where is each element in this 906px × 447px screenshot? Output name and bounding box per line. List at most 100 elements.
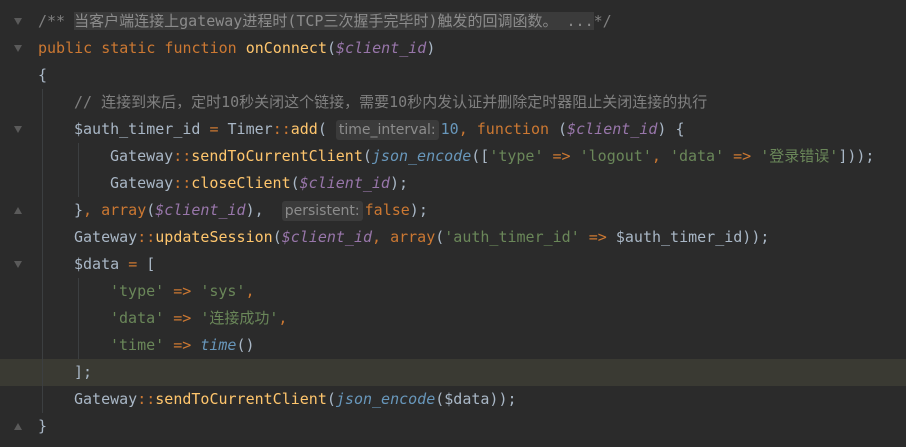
code-token: ($data)); [435,390,517,408]
code-token: sendToCurrentClient [191,147,363,165]
code-line[interactable]: Gateway::sendToCurrentClient(json_encode… [0,386,906,413]
code-token: 当客户端连接上gateway进程时(TCP三次握手完毕时)触发的回调函数。 ..… [74,12,594,30]
code-line[interactable]: { [0,62,906,89]
code-token: onConnect [245,39,327,57]
code-token: ), [245,201,282,219]
code-line-content: 'type' => 'sys', [110,278,255,305]
indent-guide [78,332,79,359]
indent-guide [42,170,43,197]
code-token: = [128,255,147,273]
code-line-content: }, array($client_id), persistent: false); [74,197,428,224]
code-token: => [579,228,616,246]
code-token: Gateway [74,228,138,246]
code-token: => [164,309,201,327]
code-line-content: 'data' => '连接成功', [110,305,287,332]
code-token: 'logout' [579,147,652,165]
code-token: , [278,309,288,327]
code-token: json_encode [335,390,436,408]
code-token: ( [326,390,336,408]
code-editor[interactable]: /** 当客户端连接上gateway进程时(TCP三次握手完毕时)触发的回调函数… [0,0,906,447]
code-token: ( [327,39,337,57]
code-token: $auth_timer_id)); [615,228,770,246]
code-token: 'type' [489,147,544,165]
code-token: } [74,201,84,219]
code-token: Gateway [110,147,174,165]
code-line[interactable]: 'time' => time() [0,332,906,359]
code-token: Timer [227,120,273,138]
code-line-content: 'time' => time() [110,332,255,359]
code-token: ])); [838,147,875,165]
code-line[interactable]: /** 当客户端连接上gateway进程时(TCP三次握手完毕时)触发的回调函数… [0,8,906,35]
code-token: $client_id [155,201,246,219]
code-token: time [200,336,237,354]
code-token: ) { [657,120,685,138]
parameter-hint: persistent: [281,201,363,221]
code-line-content: ]; [74,359,92,386]
code-token: :: [173,174,192,192]
code-token: ( [290,174,300,192]
code-line[interactable]: Gateway::updateSession($client_id, array… [0,224,906,251]
code-token: ([ [471,147,490,165]
indent-guide [42,116,43,143]
code-token: $client_id [299,174,390,192]
code-token: ( [435,228,445,246]
code-token: add [290,120,318,138]
code-token: ) [426,39,436,57]
code-line[interactable]: public static function onConnect($client… [0,35,906,62]
code-line-content: } [38,413,47,440]
code-token: => [543,147,580,165]
code-line-content: Gateway::closeClient($client_id); [110,170,408,197]
code-line-content: Gateway::sendToCurrentClient(json_encode… [74,386,517,413]
code-token: => [164,336,201,354]
code-line[interactable]: 'data' => '连接成功', [0,305,906,332]
code-token: 'sys' [200,282,246,300]
code-line-content: public static function onConnect($client… [38,35,435,62]
code-line-content: $auth_timer_id = Timer::add( time_interv… [74,116,684,143]
code-token: => [724,147,761,165]
code-token: , [651,147,670,165]
code-line[interactable]: }, array($client_id), persistent: false); [0,197,906,224]
code-token: ); [409,201,428,219]
code-token: = [209,120,228,138]
code-token: '连接成功' [200,309,279,327]
code-line[interactable]: $auth_timer_id = Timer::add( time_interv… [0,116,906,143]
code-token: $client_id [281,228,373,246]
code-token: 10 [440,120,459,138]
code-token: public static function [38,39,246,57]
code-token: ( [362,147,372,165]
code-token: ]; [74,363,93,381]
code-token: :: [137,228,156,246]
code-token: { [38,66,48,84]
indent-guide [42,197,43,224]
code-line[interactable]: $data = [ [0,251,906,278]
code-token: Gateway [74,390,138,408]
code-line[interactable]: Gateway::sendToCurrentClient(json_encode… [0,143,906,170]
code-token: ( [558,120,568,138]
code-line[interactable]: } [0,413,906,440]
code-token: json_encode [371,147,472,165]
indent-guide [42,89,43,116]
code-token: $data [74,255,129,273]
code-line-content: /** 当客户端连接上gateway进程时(TCP三次握手完毕时)触发的回调函数… [38,8,612,35]
code-area[interactable]: /** 当客户端连接上gateway进程时(TCP三次握手完毕时)触发的回调函数… [0,8,906,440]
code-line-content: Gateway::sendToCurrentClient(json_encode… [110,143,874,170]
code-token: '登录错误' [760,147,839,165]
code-line[interactable]: Gateway::closeClient($client_id); [0,170,906,197]
indent-guide [42,278,43,305]
code-token: , array [372,228,436,246]
code-token: Gateway [110,174,174,192]
code-line[interactable]: ]; [0,359,906,386]
code-line-content: // 连接到来后，定时10秒关闭这个链接，需要10秒内发认证并删除定时器阻止关闭… [74,89,707,116]
indent-guide [78,278,79,305]
code-line[interactable]: 'type' => 'sys', [0,278,906,305]
code-token: closeClient [191,174,291,192]
code-token: () [236,336,255,354]
code-line-content: { [38,62,47,89]
code-token: , array [83,201,147,219]
code-token: :: [272,120,291,138]
code-token: :: [137,390,156,408]
code-token: $client_id [567,120,658,138]
indent-guide [42,305,43,332]
code-token: /** [38,12,75,30]
code-line[interactable]: // 连接到来后，定时10秒关闭这个链接，需要10秒内发认证并删除定时器阻止关闭… [0,89,906,116]
